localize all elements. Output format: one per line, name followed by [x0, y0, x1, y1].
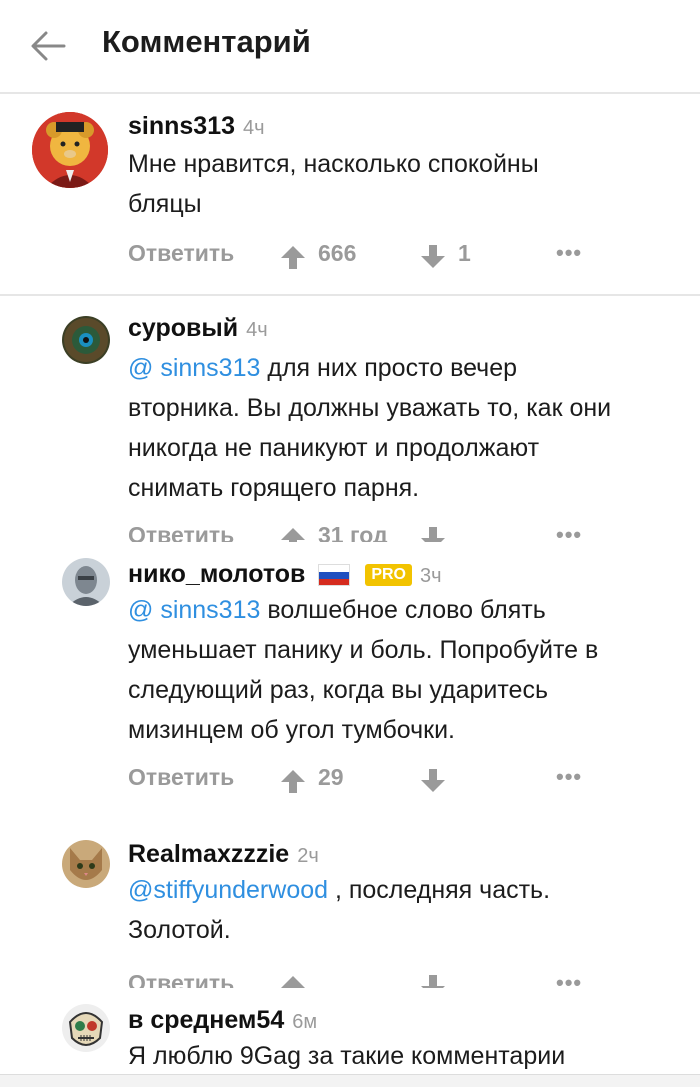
more-options-icon[interactable]: •••: [556, 240, 582, 266]
upvote-count: 31 год: [318, 522, 388, 542]
mention-link[interactable]: @ sinns313: [128, 596, 260, 624]
page-title: Комментарий: [102, 24, 311, 59]
more-options-icon[interactable]: •••: [556, 522, 582, 542]
comment-text: @ sinns313 волшебное слово блять уменьша…: [128, 596, 599, 744]
timestamp: 3ч: [419, 565, 442, 587]
back-arrow-icon[interactable]: [30, 30, 66, 62]
more-options-icon[interactable]: •••: [556, 764, 582, 790]
username[interactable]: в среднем54 6м: [128, 1006, 317, 1035]
mention-link[interactable]: @ sinns313: [128, 354, 260, 382]
reply-button[interactable]: Ответить: [128, 522, 234, 542]
downvote-icon[interactable]: [420, 974, 446, 988]
timestamp: 6м: [292, 1011, 318, 1033]
more-options-icon[interactable]: •••: [556, 970, 582, 988]
timestamp: 4ч: [243, 117, 265, 139]
comment-text: Мне нравится, насколько спокойны бляцы: [128, 150, 539, 218]
pro-badge: PRO: [365, 564, 412, 587]
comment: sinns313 4ч Мне нравится, насколько споко…: [0, 92, 700, 292]
russia-flag-icon: [318, 564, 351, 587]
username[interactable]: суровый 4ч: [128, 314, 268, 343]
timestamp: 4ч: [246, 319, 268, 341]
downvote-icon[interactable]: [420, 526, 446, 542]
app-header: Комментарий: [0, 0, 700, 94]
user-avatar[interactable]: [62, 840, 110, 888]
reply-button[interactable]: Ответить: [128, 764, 234, 791]
upvote-icon[interactable]: [280, 974, 306, 988]
comment: суровый 4ч @ sinns313 для них просто вече…: [0, 296, 700, 542]
bottom-edge: [0, 1074, 700, 1087]
downvote-icon[interactable]: [420, 768, 446, 794]
timestamp: 2ч: [297, 845, 319, 867]
user-avatar[interactable]: [32, 112, 108, 188]
upvote-count: 666: [318, 240, 357, 266]
upvote-count: 29: [318, 764, 344, 790]
downvote-count: 1: [458, 240, 471, 266]
username[interactable]: sinns313 4ч: [128, 112, 265, 141]
comment: Realmaxzzzie 2ч @stiffyunderwood , послед…: [0, 820, 700, 988]
comment-actions: Ответить 666 1 •••: [128, 240, 588, 280]
comment-text: Я люблю 9Gag за такие комментарии: [128, 1042, 566, 1070]
downvote-icon[interactable]: [420, 244, 446, 270]
comment-actions: Ответить 29 •••: [128, 764, 588, 804]
comment-actions: Ответить •••: [128, 970, 588, 988]
comment-text: @ sinns313 для них просто вечер вторника…: [128, 354, 612, 502]
upvote-icon[interactable]: [280, 526, 306, 542]
comment: в среднем54 6м Я люблю 9Gag за такие комм…: [0, 988, 700, 1074]
comment: нико_молотов PRO 3ч @ sinns313 волшебное …: [0, 542, 700, 820]
upvote-icon[interactable]: [280, 244, 306, 270]
username[interactable]: Realmaxzzzie 2ч: [128, 840, 319, 869]
comment-text: @stiffyunderwood , последняя часть. Золо…: [128, 876, 551, 944]
reply-button[interactable]: Ответить: [128, 240, 234, 267]
username[interactable]: нико_молотов PRO 3ч: [128, 560, 442, 589]
user-avatar[interactable]: [62, 316, 110, 364]
reply-button[interactable]: Ответить: [128, 970, 234, 988]
user-avatar[interactable]: [62, 1004, 110, 1052]
mention-link[interactable]: @stiffyunderwood: [128, 876, 328, 904]
comment-actions: Ответить 31 год •••: [128, 522, 588, 542]
upvote-icon[interactable]: [280, 768, 306, 794]
user-avatar[interactable]: [62, 558, 110, 606]
